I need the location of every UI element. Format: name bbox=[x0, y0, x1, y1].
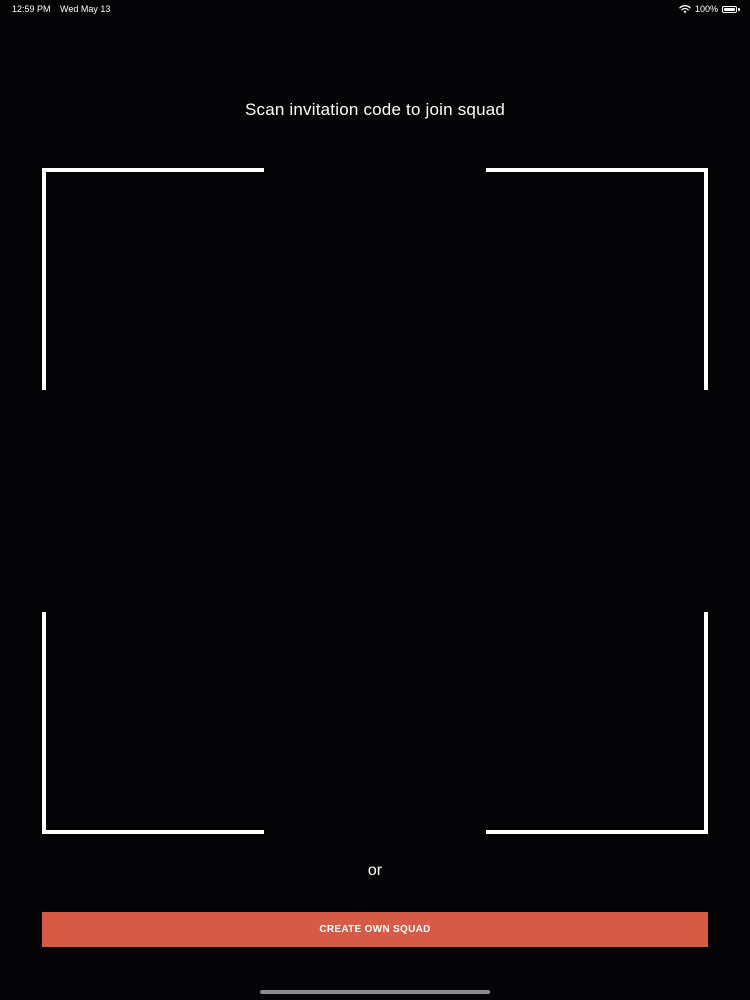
status-date: Wed May 13 bbox=[60, 4, 111, 14]
status-time: 12:59 PM bbox=[12, 4, 51, 14]
scan-title: Scan invitation code to join squad bbox=[244, 100, 506, 119]
battery-icon bbox=[722, 5, 740, 13]
or-separator: or bbox=[367, 862, 383, 879]
status-indicators: 100% bbox=[679, 0, 740, 18]
create-own-squad-button[interactable]: CREATE OWN SQUAD bbox=[42, 912, 708, 947]
home-indicator[interactable] bbox=[260, 990, 490, 994]
scanner-corner-top-right bbox=[486, 168, 708, 390]
wifi-icon bbox=[679, 5, 691, 14]
status-bar: 12:59 PM Wed May 13 100% bbox=[0, 0, 750, 18]
scanner-corner-top-left bbox=[42, 168, 264, 390]
battery-percentage: 100% bbox=[694, 4, 718, 14]
qr-scanner-frame bbox=[42, 168, 708, 834]
scanner-corner-bottom-left bbox=[42, 612, 264, 834]
scanner-corner-bottom-right bbox=[486, 612, 708, 834]
